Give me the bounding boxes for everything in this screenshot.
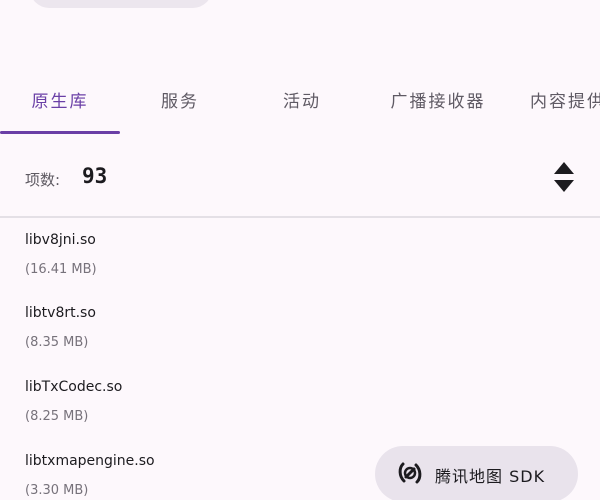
tab-native-libs[interactable]: 原生库 bbox=[0, 70, 120, 128]
tencent-map-icon bbox=[398, 462, 422, 484]
library-name: libTxCodec.so bbox=[25, 379, 123, 395]
sdk-fab-button[interactable]: 腾讯地图 SDK bbox=[375, 446, 578, 500]
tab-content-providers[interactable]: 内容提供者 bbox=[512, 70, 600, 128]
active-tab-indicator bbox=[0, 131, 120, 134]
divider bbox=[0, 216, 600, 218]
tab-services[interactable]: 服务 bbox=[120, 70, 240, 128]
fab-label: 腾讯地图 SDK bbox=[435, 467, 546, 486]
library-name: libtv8rt.so bbox=[25, 305, 96, 321]
top-search-pill[interactable] bbox=[30, 0, 212, 8]
library-size: (16.41 MB) bbox=[25, 262, 97, 277]
library-size: (8.35 MB) bbox=[25, 335, 89, 350]
list-item[interactable]: libv8jni.so (16.41 MB) bbox=[0, 226, 600, 296]
count-value: 93 bbox=[82, 164, 108, 188]
tab-activities[interactable]: 活动 bbox=[240, 70, 364, 128]
list-item[interactable]: libTxCodec.so (8.25 MB) bbox=[0, 373, 600, 443]
sort-icon[interactable] bbox=[553, 160, 575, 194]
count-label: 项数: bbox=[25, 171, 61, 189]
library-size: (3.30 MB) bbox=[25, 483, 89, 498]
library-name: libtxmapengine.so bbox=[25, 453, 155, 469]
count-row: 项数: 93 bbox=[0, 150, 600, 208]
library-size: (8.25 MB) bbox=[25, 409, 89, 424]
tab-bar: 原生库 服务 活动 广播接收器 内容提供者 bbox=[0, 70, 600, 136]
tab-broadcast-receivers[interactable]: 广播接收器 bbox=[364, 70, 512, 128]
library-name: libv8jni.so bbox=[25, 232, 96, 248]
list-item[interactable]: libtv8rt.so (8.35 MB) bbox=[0, 299, 600, 369]
